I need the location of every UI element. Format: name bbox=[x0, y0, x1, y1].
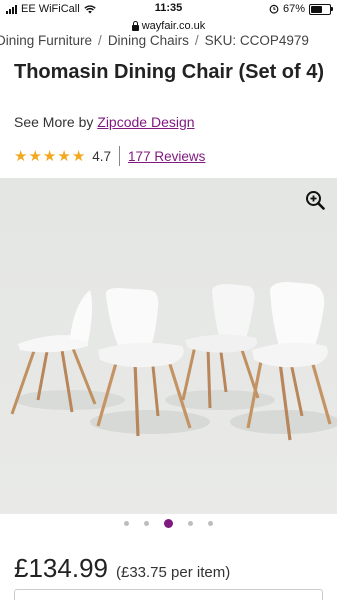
gallery-pagination bbox=[0, 519, 337, 528]
rating-row[interactable]: ★ ★ ★ ★ ★ 4.7 177 Reviews bbox=[14, 146, 205, 166]
battery-percent: 67% bbox=[282, 3, 305, 15]
star-icon: ★ bbox=[71, 147, 86, 165]
star-icon: ★ bbox=[14, 147, 28, 165]
battery-icon bbox=[309, 3, 333, 15]
breadcrumb-dining-furniture[interactable]: Dining Furniture bbox=[0, 33, 92, 48]
breadcrumb-separator: / bbox=[194, 33, 199, 48]
gallery-dot[interactable] bbox=[188, 521, 193, 526]
product-photo-chairs bbox=[0, 178, 337, 514]
price-per-item: (£33.75 per item) bbox=[115, 564, 231, 581]
see-more-prefix: See More by bbox=[14, 114, 94, 130]
brand-link[interactable]: Zipcode Design bbox=[97, 114, 194, 130]
price-row: £134.99 (£33.75 per item) bbox=[14, 553, 230, 584]
gallery-dot[interactable] bbox=[124, 521, 129, 526]
star-icon: ★ bbox=[42, 147, 57, 165]
address-bar[interactable]: wayfair.co.uk bbox=[0, 18, 337, 34]
breadcrumb-dining-chairs[interactable]: Dining Chairs bbox=[108, 33, 189, 48]
see-more-by: See More by Zipcode Design bbox=[14, 114, 195, 130]
breadcrumb: Dining Furniture / Dining Chairs / SKU: CCOP… bbox=[0, 33, 309, 48]
divider bbox=[119, 146, 121, 166]
lock-icon bbox=[131, 20, 139, 31]
product-image[interactable] bbox=[0, 178, 337, 514]
alarm-icon bbox=[269, 4, 279, 14]
star-rating: ★ ★ ★ ★ ★ bbox=[14, 149, 85, 164]
select-box-edge[interactable] bbox=[14, 589, 323, 600]
star-icon: ★ bbox=[28, 147, 42, 165]
product-title: Thomasin Dining Chair (Set of 4) bbox=[14, 61, 325, 83]
status-bar: EE WiFiCall 11:35 67% bbox=[0, 0, 337, 18]
gallery-dot[interactable] bbox=[208, 521, 213, 526]
gallery-dot[interactable] bbox=[144, 521, 149, 526]
url-text: wayfair.co.uk bbox=[141, 20, 206, 32]
breadcrumb-sku: SKU: CCOP4979 bbox=[204, 33, 309, 48]
zoom-in-icon[interactable] bbox=[305, 190, 325, 210]
reviews-link[interactable]: 177 Reviews bbox=[128, 149, 205, 164]
price: £134.99 bbox=[14, 553, 108, 583]
gallery-dot[interactable] bbox=[164, 519, 173, 528]
star-icon: ★ bbox=[57, 147, 71, 165]
status-right: 67% bbox=[269, 3, 333, 15]
rating-value: 4.7 bbox=[92, 148, 112, 164]
breadcrumb-separator: / bbox=[98, 33, 102, 48]
